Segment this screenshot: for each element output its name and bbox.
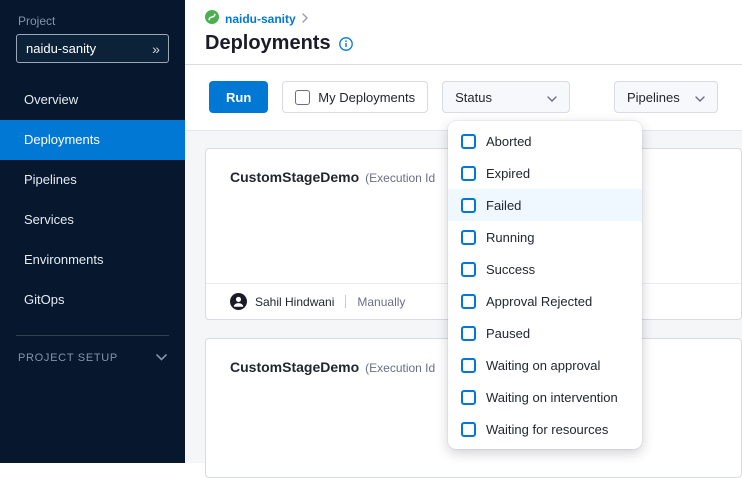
trigger-type: Manually: [357, 295, 405, 309]
status-option-label: Waiting for resources: [486, 422, 608, 437]
status-option-approval-rejected[interactable]: Approval Rejected: [448, 285, 642, 317]
status-option-success[interactable]: Success: [448, 253, 642, 285]
status-option-label: Paused: [486, 326, 530, 341]
status-option-expired[interactable]: Expired: [448, 157, 642, 189]
chevron-down-icon: [547, 90, 557, 105]
breadcrumb-project-link[interactable]: naidu-sanity: [225, 12, 296, 26]
project-setup-label: PROJECT SETUP: [18, 352, 118, 364]
project-name: naidu-sanity: [17, 41, 144, 56]
status-option-running[interactable]: Running: [448, 221, 642, 253]
status-option-waiting-for-resources[interactable]: Waiting for resources: [448, 413, 642, 445]
sidebar-divider: [16, 335, 169, 336]
project-selector[interactable]: naidu-sanity »: [16, 34, 169, 63]
status-option-label: Waiting on approval: [486, 358, 600, 373]
status-option-label: Waiting on intervention: [486, 390, 618, 405]
status-options-dropdown: Aborted Expired Failed Running Success A…: [448, 121, 642, 449]
checkbox-icon[interactable]: [295, 90, 310, 105]
project-label: Project: [0, 0, 185, 34]
checkbox-icon[interactable]: [461, 422, 476, 437]
title-row: Deployments: [205, 32, 742, 55]
status-option-paused[interactable]: Paused: [448, 317, 642, 349]
status-option-aborted[interactable]: Aborted: [448, 125, 642, 157]
execution-id-text: (Execution Id: [365, 171, 435, 185]
checkbox-icon[interactable]: [461, 326, 476, 341]
checkbox-icon[interactable]: [461, 134, 476, 149]
page-title: Deployments: [205, 32, 331, 55]
sidebar-item-services[interactable]: Services: [0, 200, 185, 240]
execution-id-text: (Execution Id: [365, 361, 435, 375]
status-option-label: Aborted: [486, 134, 532, 149]
pipeline-name[interactable]: CustomStageDemo: [230, 169, 359, 185]
checkbox-icon[interactable]: [461, 166, 476, 181]
sidebar-item-pipelines[interactable]: Pipelines: [0, 160, 185, 200]
sidebar-nav: Overview Deployments Pipelines Services …: [0, 80, 185, 320]
cd-module-icon: [205, 10, 219, 27]
sidebar-item-environments[interactable]: Environments: [0, 240, 185, 280]
pipelines-filter-label: Pipelines: [627, 90, 680, 105]
pipelines-filter-dropdown[interactable]: Pipelines: [614, 81, 718, 113]
chevron-down-icon: [156, 352, 167, 364]
sidebar-item-deployments[interactable]: Deployments: [0, 120, 185, 160]
sidebar: Project naidu-sanity » Overview Deployme…: [0, 0, 185, 463]
status-option-label: Expired: [486, 166, 530, 181]
checkbox-icon[interactable]: [461, 358, 476, 373]
status-option-failed[interactable]: Failed: [448, 189, 642, 221]
sidebar-item-overview[interactable]: Overview: [0, 80, 185, 120]
status-option-label: Failed: [486, 198, 521, 213]
breadcrumb: naidu-sanity: [205, 10, 742, 27]
project-expand-icon[interactable]: »: [144, 41, 168, 57]
author-name: Sahil Hindwani: [255, 295, 334, 309]
checkbox-icon[interactable]: [461, 198, 476, 213]
checkbox-icon[interactable]: [461, 294, 476, 309]
sidebar-item-gitops[interactable]: GitOps: [0, 280, 185, 320]
status-filter-label: Status: [455, 90, 492, 105]
info-icon[interactable]: [339, 37, 353, 51]
my-deployments-filter[interactable]: My Deployments: [282, 81, 428, 113]
footer-separator: [345, 295, 346, 308]
chevron-right-icon: [302, 12, 308, 26]
checkbox-icon[interactable]: [461, 390, 476, 405]
status-option-waiting-on-intervention[interactable]: Waiting on intervention: [448, 381, 642, 413]
checkbox-icon[interactable]: [461, 262, 476, 277]
checkbox-icon[interactable]: [461, 230, 476, 245]
avatar: [230, 293, 247, 310]
run-button[interactable]: Run: [209, 81, 268, 113]
status-option-waiting-on-approval[interactable]: Waiting on approval: [448, 349, 642, 381]
status-filter-dropdown[interactable]: Status: [442, 81, 570, 113]
status-option-label: Running: [486, 230, 534, 245]
page-header: naidu-sanity Deployments: [185, 0, 742, 65]
pipeline-name[interactable]: CustomStageDemo: [230, 359, 359, 375]
my-deployments-label: My Deployments: [318, 90, 415, 105]
chevron-down-icon: [695, 90, 705, 105]
project-setup-toggle[interactable]: PROJECT SETUP: [0, 352, 185, 364]
status-option-label: Approval Rejected: [486, 294, 592, 309]
status-option-label: Success: [486, 262, 535, 277]
